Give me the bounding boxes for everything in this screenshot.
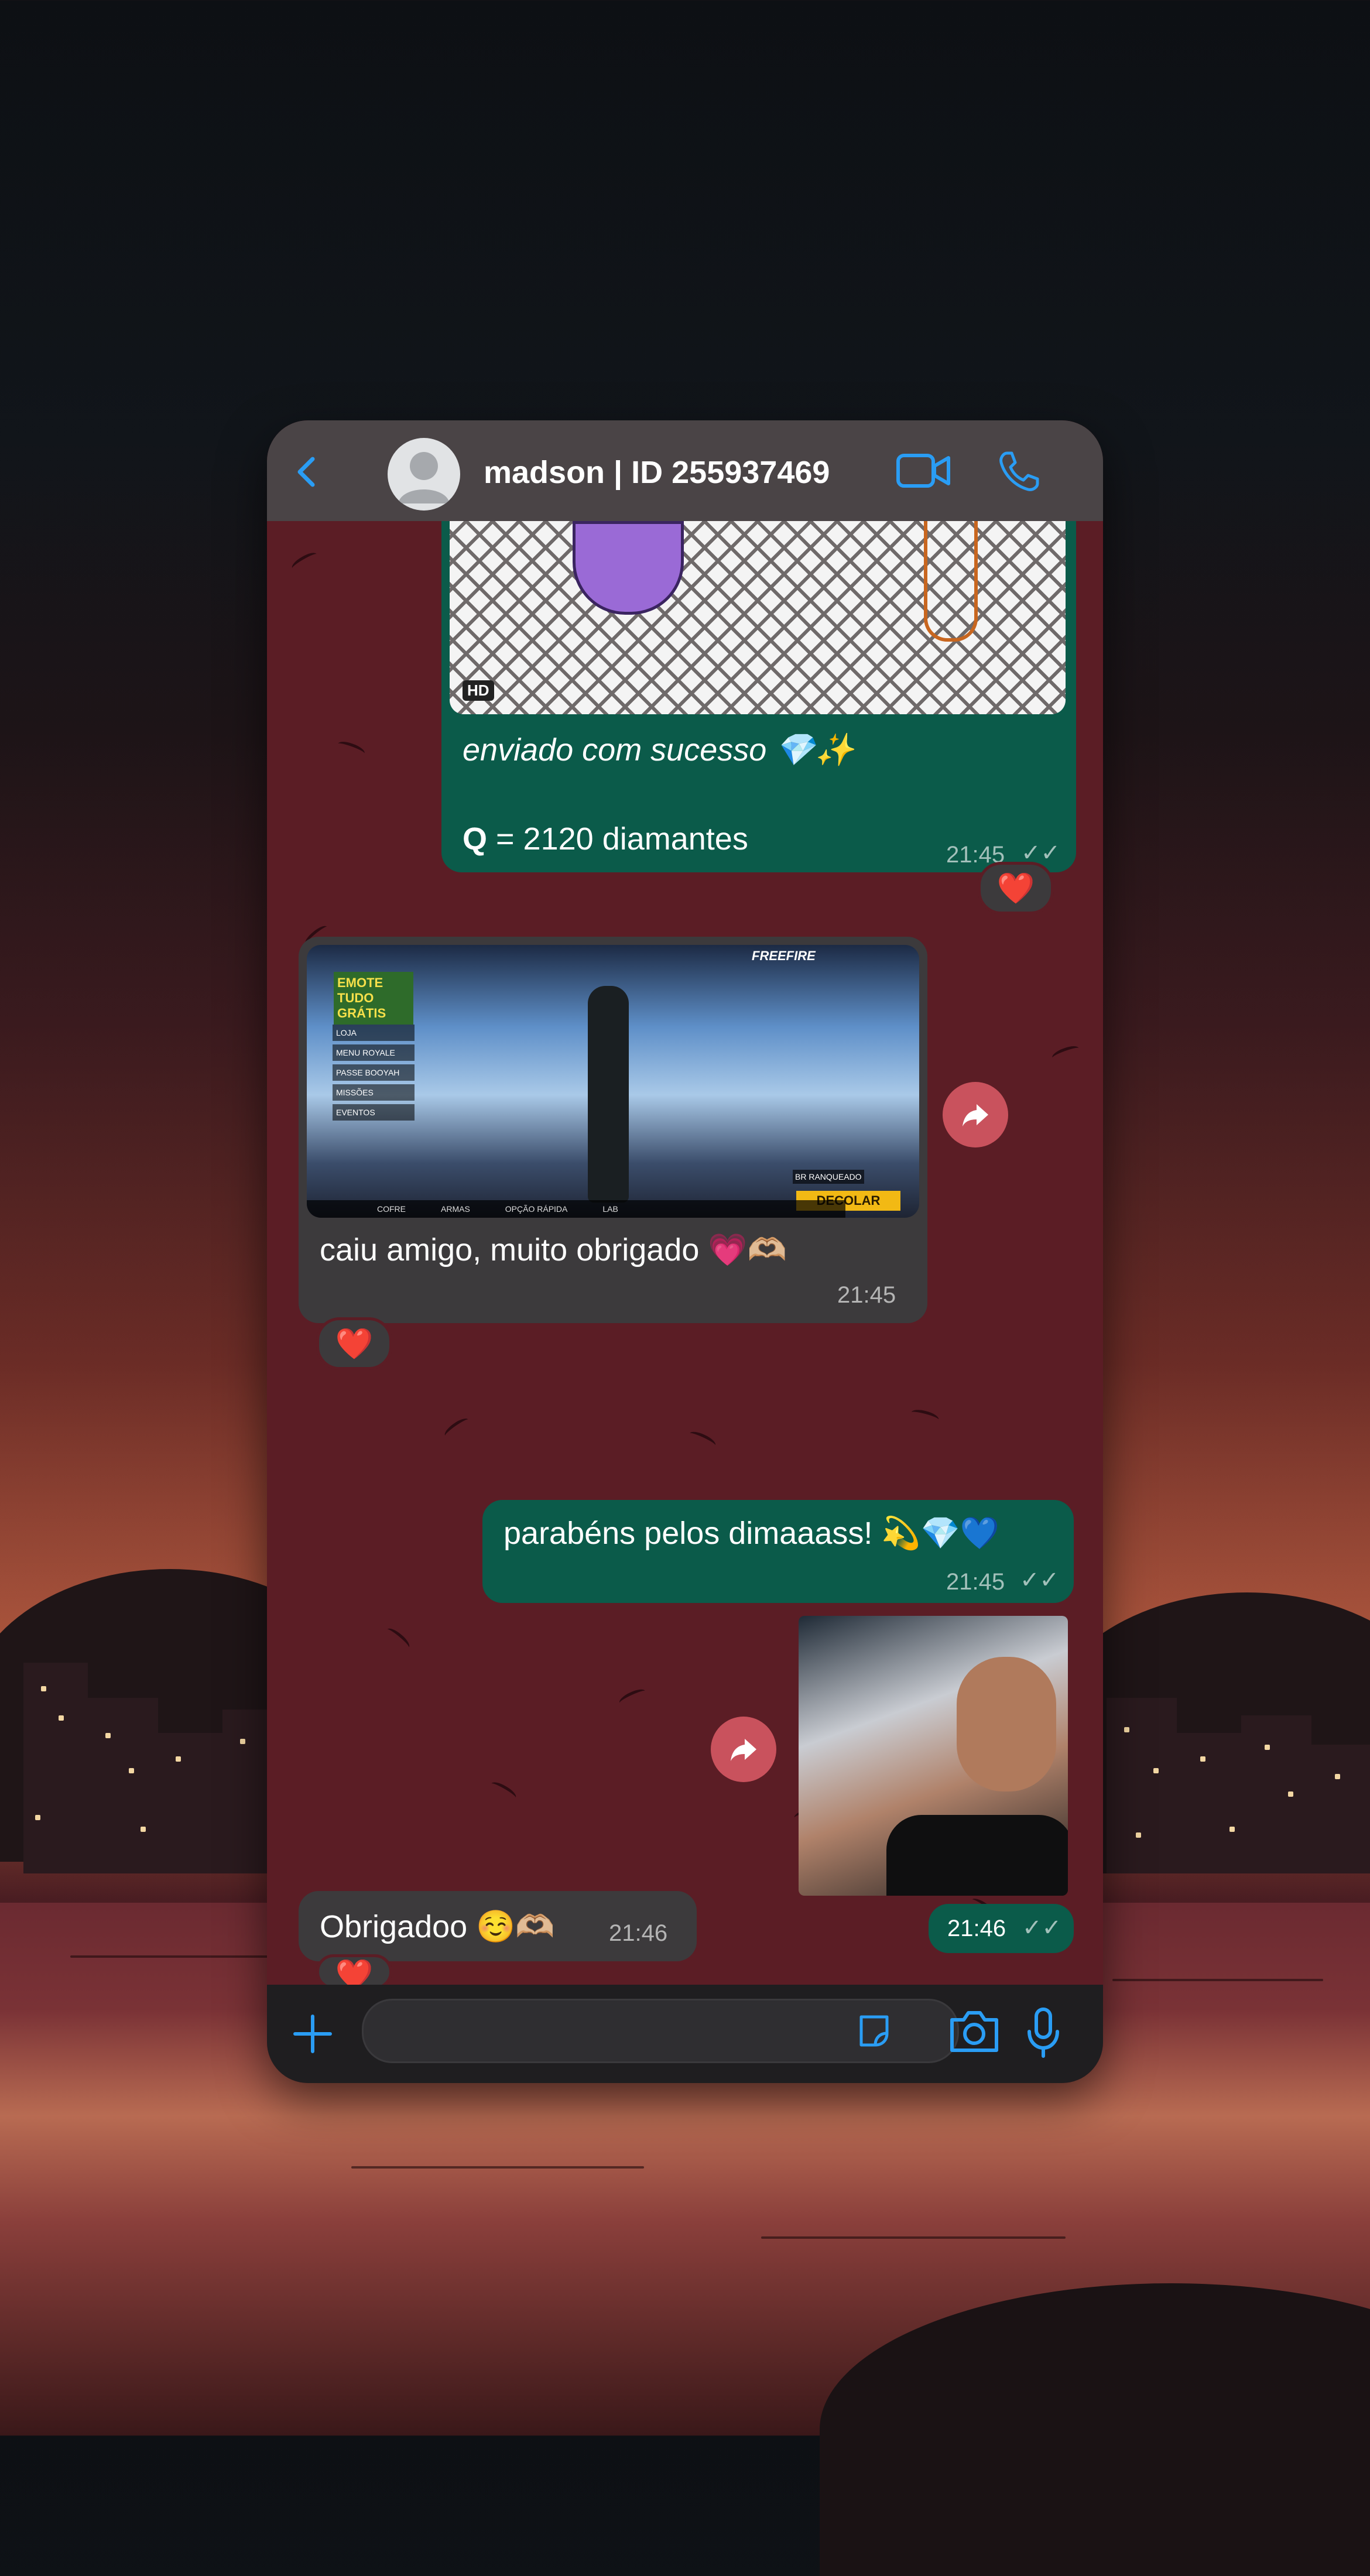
- heart-reaction[interactable]: ❤️: [978, 862, 1054, 914]
- message-time: 21:45: [946, 1569, 1005, 1595]
- message-composer: [267, 1985, 1103, 2083]
- hd-badge: HD: [463, 680, 494, 701]
- game-bottom-bar: COFRE ARMAS OPÇÃO RÁPIDA LAB: [307, 1200, 845, 1218]
- microphone-icon[interactable]: [1025, 2006, 1062, 2060]
- rope-sticker: [924, 521, 978, 642]
- plus-icon[interactable]: [290, 2012, 335, 2056]
- game-character: [588, 986, 629, 1203]
- game-menu: LOJA MENU ROYALE PASSE BOOYAH MISSÕES EV…: [333, 1021, 415, 1124]
- person-placeholder-icon: [398, 452, 450, 503]
- incoming-text-message[interactable]: Obrigadoo ☺️🫶🏼 21:46: [299, 1891, 697, 1961]
- message-time: 21:46: [947, 1916, 1006, 1941]
- avatar[interactable]: [388, 438, 460, 511]
- message-text: enviado com sucesso 💎✨: [463, 732, 854, 768]
- photo-subject: [957, 1657, 1056, 1791]
- game-mode: BR RANQUEADO: [793, 1170, 864, 1184]
- photo-timestamp: 21:46 ✓✓: [929, 1904, 1074, 1953]
- game-screenshot-image[interactable]: FREEFIRE EMOTE TUDO GRÁTIS LOJA MENU ROY…: [307, 945, 919, 1218]
- sticker-icon[interactable]: [855, 2012, 893, 2050]
- message-text: caiu amigo, muito obrigado 💗🫶🏼: [320, 1232, 787, 1268]
- double-check-icon: ✓✓: [1020, 1567, 1060, 1593]
- dragon-sticker: [573, 521, 684, 615]
- forward-button[interactable]: [711, 1717, 776, 1782]
- message-time: 21:45: [837, 1282, 896, 1308]
- message-text-line2: Q = 2120 diamantes: [463, 821, 748, 857]
- message-input[interactable]: [362, 1999, 959, 2063]
- incoming-image-message[interactable]: FREEFIRE EMOTE TUDO GRÁTIS LOJA MENU ROY…: [299, 937, 927, 1323]
- heart-reaction[interactable]: ❤️: [316, 1954, 392, 1989]
- share-arrow-icon: [731, 1739, 756, 1761]
- chat-window: madson | ID 255937469 HD enviado com suc…: [267, 420, 1103, 2083]
- message-text: parabéns pelos dimaaass! 💫💎💙: [504, 1516, 1000, 1551]
- heart-reaction[interactable]: ❤️: [316, 1317, 392, 1370]
- chevron-left-icon[interactable]: [290, 454, 326, 489]
- sticker-image[interactable]: HD: [450, 521, 1066, 714]
- message-time: 21:46: [609, 1920, 668, 1946]
- chat-header: madson | ID 255937469: [267, 420, 1103, 521]
- contact-name[interactable]: madson | ID 255937469: [484, 454, 830, 491]
- outgoing-photo-message[interactable]: [799, 1616, 1068, 1896]
- outgoing-image-message[interactable]: HD enviado com sucesso 💎✨ Q = 2120 diama…: [441, 521, 1076, 872]
- video-camera-icon[interactable]: [896, 450, 952, 492]
- message-text: Obrigadoo ☺️🫶🏼: [320, 1909, 555, 1944]
- game-logo: FREEFIRE: [752, 948, 816, 963]
- double-check-icon: ✓✓: [1022, 1915, 1062, 1941]
- game-promo-banner: EMOTE TUDO GRÁTIS: [334, 972, 413, 1025]
- phone-icon[interactable]: [996, 450, 1041, 494]
- forward-button[interactable]: [943, 1082, 1008, 1147]
- camera-icon[interactable]: [947, 2008, 1001, 2055]
- outgoing-text-message[interactable]: parabéns pelos dimaaass! 💫💎💙 21:45 ✓✓: [482, 1500, 1074, 1603]
- share-arrow-icon: [963, 1104, 988, 1126]
- photo-shirt: [886, 1815, 1068, 1896]
- message-list[interactable]: HD enviado com sucesso 💎✨ Q = 2120 diama…: [267, 521, 1103, 1985]
